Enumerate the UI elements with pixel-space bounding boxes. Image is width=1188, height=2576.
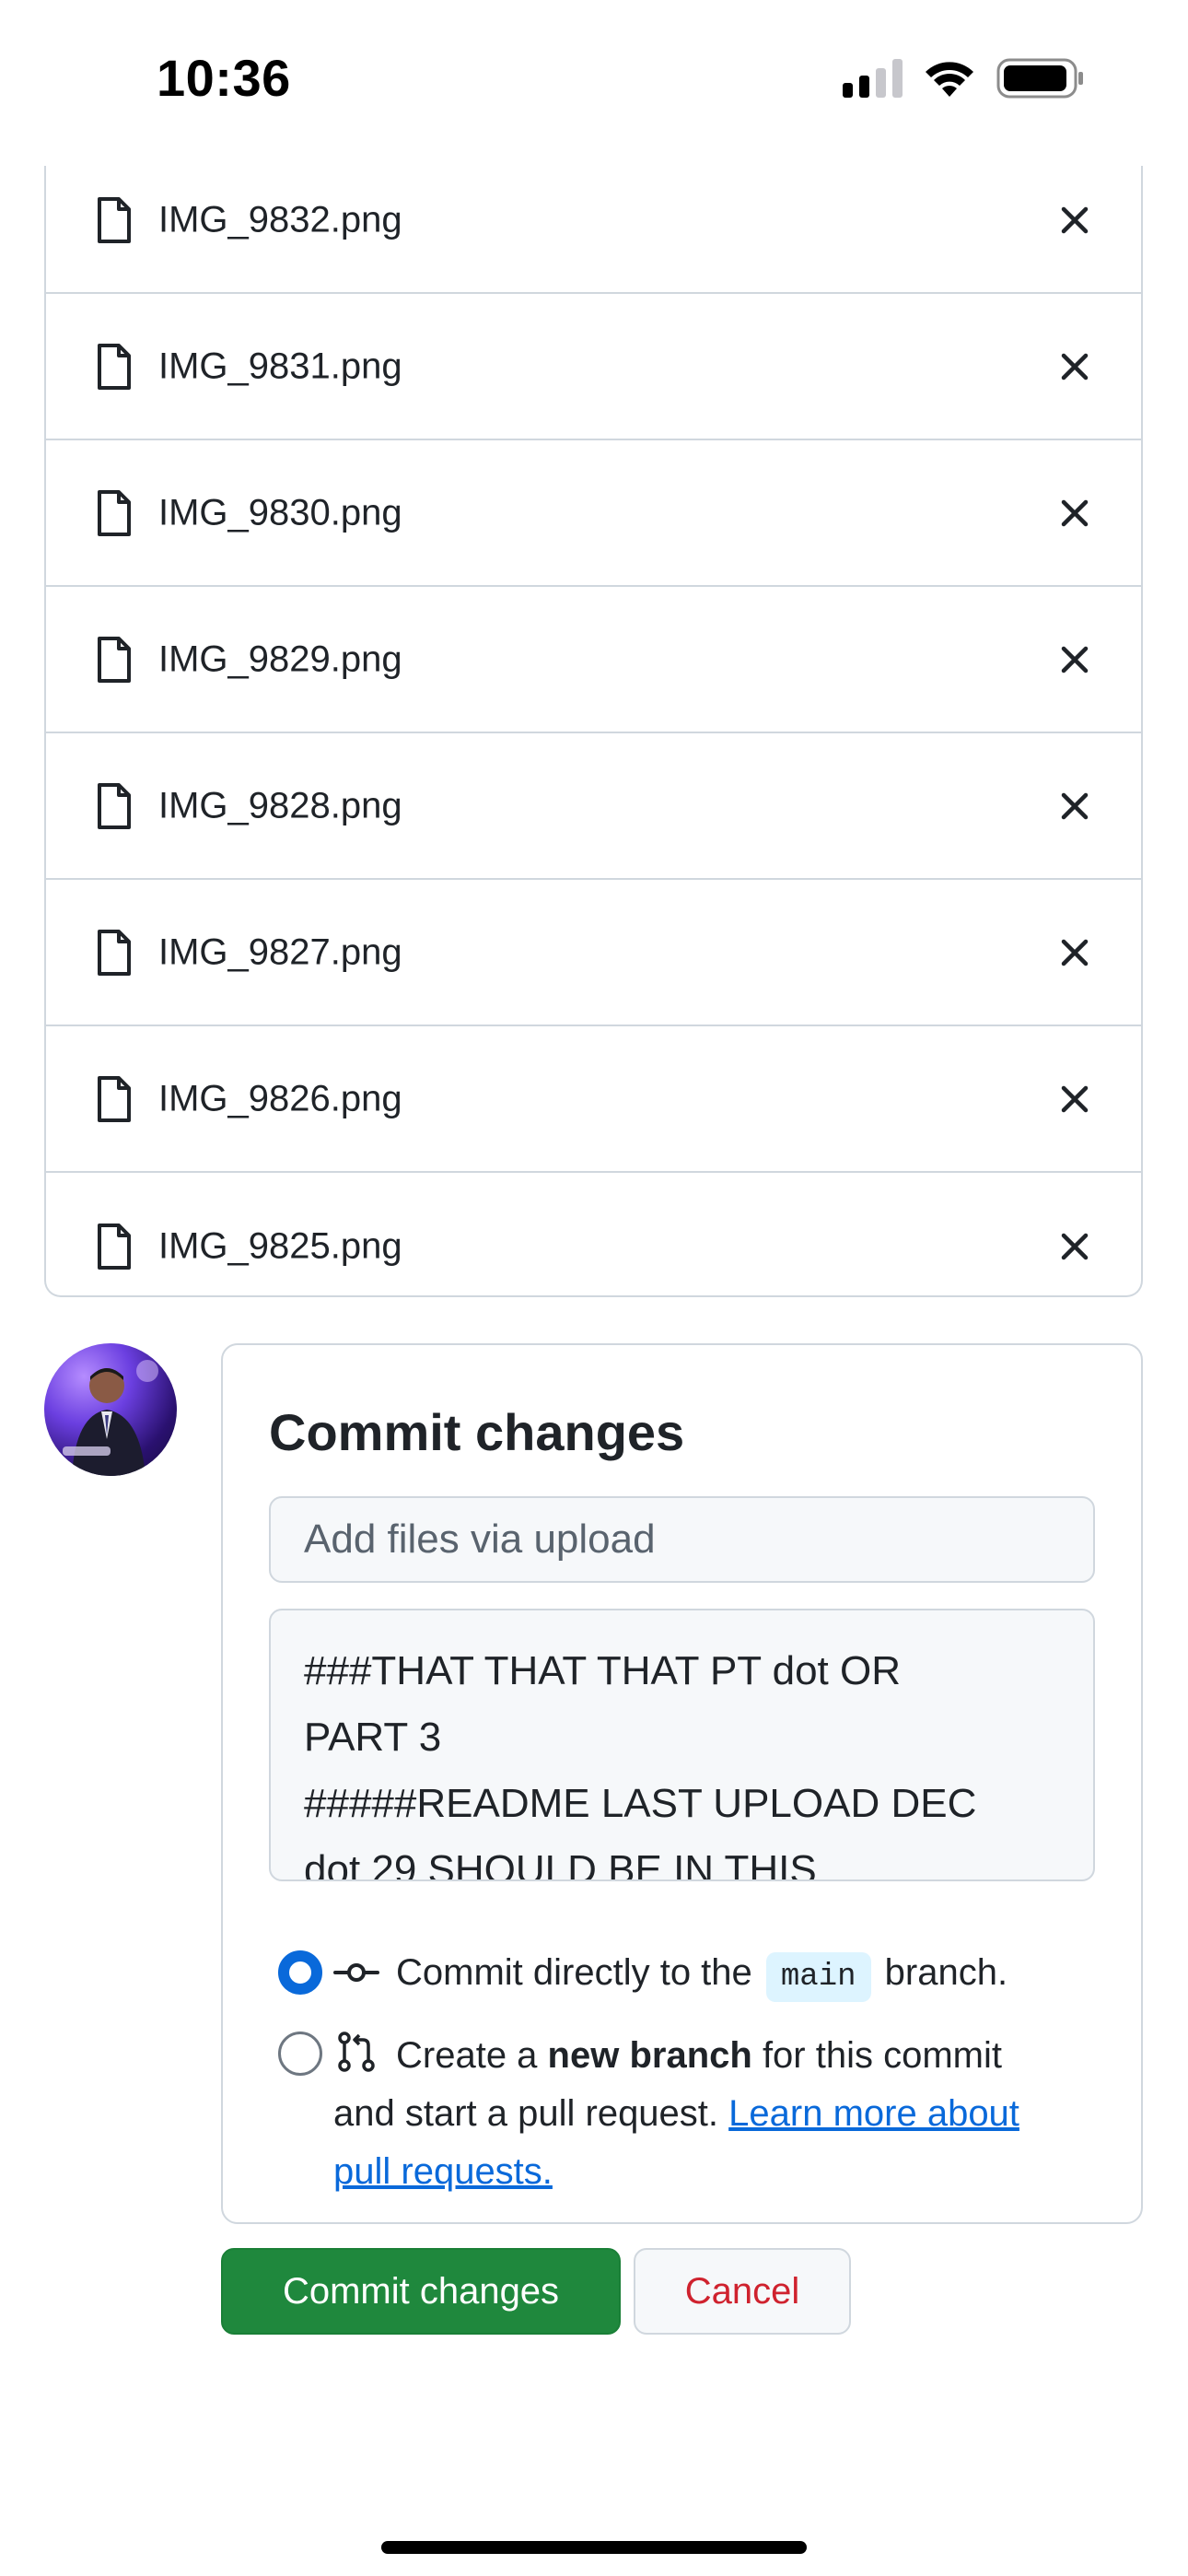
file-name: IMG_9830.png — [158, 492, 402, 533]
pull-requests-link[interactable]: pull requests. — [333, 2151, 553, 2192]
file-icon — [98, 196, 131, 243]
remove-file-icon[interactable] — [1056, 348, 1093, 385]
remove-file-icon[interactable] — [1056, 934, 1093, 971]
description-line: #####README LAST UPLOAD DEC — [304, 1781, 977, 1826]
file-icon — [98, 489, 131, 536]
file-name: IMG_9829.png — [158, 638, 402, 679]
commit-description-textarea[interactable]: ###THAT THAT THAT PT dot OR PART 3 #####… — [269, 1609, 1095, 1881]
avatar-photo — [63, 1360, 158, 1476]
new-branch-prefix: Create a — [396, 2035, 538, 2076]
remove-file-icon[interactable] — [1056, 1081, 1093, 1118]
status-bar: 10:36 — [0, 0, 1188, 166]
file-row: IMG_9827.png — [46, 880, 1141, 1026]
file-row: IMG_9830.png — [46, 440, 1141, 587]
remove-file-icon[interactable] — [1056, 641, 1093, 678]
new-branch-label-line1: Create a new branch for this commit — [396, 2027, 1002, 2084]
cellular-signal-icon — [843, 59, 903, 98]
new-branch-line2: and start a pull request. — [333, 2093, 719, 2134]
file-row: IMG_9831.png — [46, 294, 1141, 440]
new-branch-label-line2: and start a pull request. Learn more abo… — [333, 2085, 1019, 2142]
avatar — [44, 1343, 177, 1476]
learn-more-link[interactable]: Learn more about — [728, 2093, 1019, 2134]
file-name: IMG_9828.png — [158, 785, 402, 825]
branch-name-badge: main — [765, 1952, 871, 2002]
git-pull-request-icon — [338, 2032, 375, 2072]
battery-icon — [996, 58, 1083, 99]
uploaded-file-list: IMG_9832.png IMG_9831.png IMG_9830.png I… — [44, 147, 1143, 1297]
file-row: IMG_9828.png — [46, 733, 1141, 880]
commit-changes-button[interactable]: Commit changes — [221, 2248, 621, 2335]
commit-direct-radio[interactable] — [278, 1950, 322, 1995]
file-name: IMG_9831.png — [158, 345, 402, 386]
file-icon — [98, 343, 131, 390]
new-branch-label-line3: pull requests. — [333, 2143, 553, 2200]
file-name: IMG_9832.png — [158, 199, 402, 240]
status-icons — [843, 55, 1085, 101]
page: 10:36 IMG_9832.png IMG_9831.png IMG_9830… — [0, 0, 1188, 2576]
file-icon — [98, 636, 131, 683]
file-name: IMG_9826.png — [158, 1078, 402, 1118]
commit-direct-prefix: Commit directly to the — [396, 1952, 752, 1993]
remove-file-icon[interactable] — [1056, 202, 1093, 239]
file-icon — [98, 782, 131, 829]
commit-summary-input[interactable] — [269, 1496, 1095, 1583]
cancel-button[interactable]: Cancel — [634, 2248, 851, 2335]
description-line: dot 29 SHOULD BE IN THIS — [304, 1847, 817, 1881]
new-branch-radio[interactable] — [278, 2032, 322, 2076]
commit-direct-label: Commit directly to the main branch. — [396, 1944, 1007, 2002]
new-branch-bold: new branch — [547, 2035, 752, 2076]
commit-title: Commit changes — [269, 1403, 685, 1461]
file-icon — [98, 1223, 131, 1270]
commit-direct-suffix: branch. — [884, 1952, 1008, 1993]
commit-changes-panel: Commit changes ###THAT THAT THAT PT dot … — [221, 1343, 1143, 2224]
file-icon — [98, 929, 131, 976]
file-name: IMG_9825.png — [158, 1225, 402, 1266]
wifi-icon — [926, 62, 973, 97]
home-indicator[interactable] — [381, 2541, 807, 2554]
file-name: IMG_9827.png — [158, 931, 402, 972]
file-icon — [98, 1075, 131, 1122]
description-line: ###THAT THAT THAT PT dot OR — [304, 1648, 901, 1693]
file-row: IMG_9832.png — [46, 147, 1141, 294]
remove-file-icon[interactable] — [1056, 788, 1093, 825]
file-row: IMG_9825.png — [46, 1173, 1141, 1295]
file-row: IMG_9829.png — [46, 587, 1141, 733]
file-row: IMG_9826.png — [46, 1026, 1141, 1173]
status-time: 10:36 — [157, 49, 291, 107]
remove-file-icon[interactable] — [1056, 1228, 1093, 1265]
git-commit-icon — [333, 1963, 379, 1982]
remove-file-icon[interactable] — [1056, 495, 1093, 532]
new-branch-suffix: for this commit — [762, 2035, 1002, 2076]
description-line: PART 3 — [304, 1715, 442, 1760]
